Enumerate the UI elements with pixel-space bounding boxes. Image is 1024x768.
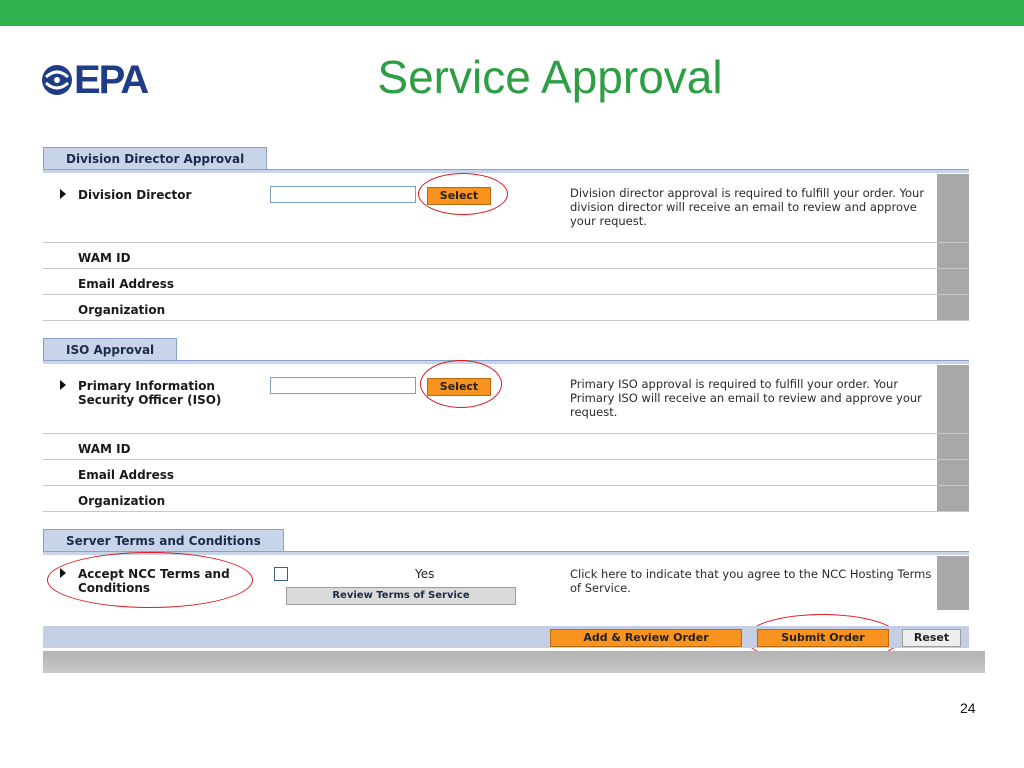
row-arrow-icon <box>60 189 66 199</box>
iso-row: Primary Information Security Officer (IS… <box>43 365 969 434</box>
iso-section: Primary Information Security Officer (IS… <box>43 365 969 512</box>
approval-form: Division Director Approval Division Dire… <box>43 146 969 610</box>
action-bar: Add & Review Order Submit Order Reset <box>43 626 969 648</box>
tab-divider <box>43 169 969 173</box>
division-director-row: Division Director Select Division direct… <box>43 174 969 243</box>
iso-org-row: Organization <box>43 486 969 512</box>
footer-bar <box>43 651 985 673</box>
division-section: Division Director Select Division direct… <box>43 174 969 321</box>
reset-button[interactable]: Reset <box>902 629 961 647</box>
organization-label: Organization <box>78 494 166 508</box>
iso-label: Primary Information Security Officer (IS… <box>78 379 222 407</box>
row-side-bar <box>937 556 969 610</box>
division-wam-row: WAM ID <box>43 243 969 269</box>
organization-label: Organization <box>78 303 166 317</box>
email-address-label: Email Address <box>78 468 175 482</box>
iso-email-row: Email Address <box>43 460 969 486</box>
row-arrow-icon <box>60 568 66 578</box>
terms-tab-row: Server Terms and Conditions <box>43 528 969 555</box>
division-org-row: Organization <box>43 295 969 321</box>
tab-iso-approval[interactable]: ISO Approval <box>43 338 178 361</box>
row-side-bar <box>937 295 969 320</box>
review-terms-button[interactable]: Review Terms of Service <box>286 587 516 605</box>
row-side-bar <box>937 269 969 294</box>
accept-terms-checkbox[interactable] <box>274 567 288 581</box>
tab-server-terms[interactable]: Server Terms and Conditions <box>43 529 284 552</box>
top-banner <box>0 0 1024 26</box>
row-side-bar <box>937 174 969 242</box>
tab-division-director-approval[interactable]: Division Director Approval <box>43 147 268 170</box>
division-director-select-button[interactable]: Select <box>427 187 491 205</box>
terms-description: Click here to indicate that you agree to… <box>570 567 932 595</box>
iso-input[interactable] <box>270 377 416 394</box>
wam-id-label: WAM ID <box>78 442 131 456</box>
row-side-bar <box>937 243 969 268</box>
wam-id-label: WAM ID <box>78 251 131 265</box>
row-side-bar <box>937 486 969 511</box>
division-director-label: Division Director <box>78 188 192 202</box>
division-director-description: Division director approval is required t… <box>570 186 925 228</box>
email-address-label: Email Address <box>78 277 175 291</box>
accept-terms-label: Accept NCC Terms and Conditions <box>78 567 230 595</box>
division-director-input[interactable] <box>270 186 416 203</box>
yes-label: Yes <box>415 567 435 581</box>
iso-description: Primary ISO approval is required to fulf… <box>570 377 922 419</box>
tab-divider <box>43 360 969 364</box>
submit-order-button[interactable]: Submit Order <box>757 629 889 647</box>
terms-row: Accept NCC Terms and Conditions Yes Revi… <box>43 556 969 610</box>
slide-title: Service Approval <box>377 51 723 103</box>
row-arrow-icon <box>60 380 66 390</box>
division-email-row: Email Address <box>43 269 969 295</box>
iso-tab-row: ISO Approval <box>43 337 969 364</box>
page-number: 24 <box>960 700 976 716</box>
tab-divider <box>43 551 969 555</box>
iso-select-button[interactable]: Select <box>427 378 491 396</box>
row-side-bar <box>937 460 969 485</box>
terms-section: Accept NCC Terms and Conditions Yes Revi… <box>43 556 969 610</box>
row-side-bar <box>937 365 969 433</box>
iso-wam-row: WAM ID <box>43 434 969 460</box>
add-review-order-button[interactable]: Add & Review Order <box>550 629 742 647</box>
division-tab-row: Division Director Approval <box>43 146 969 173</box>
row-side-bar <box>937 434 969 459</box>
